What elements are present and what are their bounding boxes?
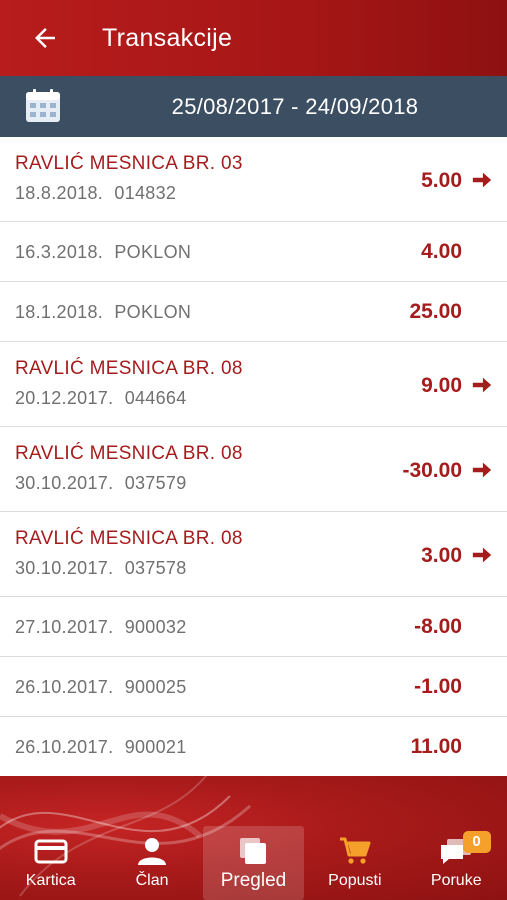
transaction-row[interactable]: RAVLIĆ MESNICA BR. 08 30.10.2017. 037579… xyxy=(0,427,507,512)
arrow-right-icon xyxy=(472,377,492,393)
transaction-meta: 26.10.2017. 900025 xyxy=(15,677,187,697)
page-title: Transakcije xyxy=(102,23,233,52)
tab-label: Poruke xyxy=(430,872,482,889)
transaction-row[interactable]: 26.10.2017. 900021 11.00 xyxy=(0,717,507,777)
transaction-meta: 18.8.2018. 014832 xyxy=(15,183,177,203)
transaction-meta: 26.10.2017. 900021 xyxy=(15,737,187,757)
transaction-merchant: RAVLIĆ MESNICA BR. 08 xyxy=(15,528,243,549)
overview-icon xyxy=(240,838,267,864)
transaction-amount: -1.00 xyxy=(414,675,462,698)
transaction-amount: 4.00 xyxy=(421,240,462,263)
transaction-amount: -8.00 xyxy=(414,615,462,638)
transaction-merchant: RAVLIĆ MESNICA BR. 08 xyxy=(15,443,243,464)
transaction-amount: -30.00 xyxy=(402,459,462,482)
transaction-meta: 18.1.2018. POKLON xyxy=(15,302,192,322)
transaction-merchant: RAVLIĆ MESNICA BR. 08 xyxy=(15,358,243,379)
transaction-meta: 16.3.2018. POKLON xyxy=(15,242,192,262)
transaction-amount: 5.00 xyxy=(421,169,462,192)
transaction-row[interactable]: 18.1.2018. POKLON 25.00 xyxy=(0,282,507,342)
back-button[interactable] xyxy=(0,0,92,76)
transaction-row[interactable]: 26.10.2017. 900025 -1.00 xyxy=(0,657,507,717)
transaction-row[interactable]: 27.10.2017. 900032 -8.00 xyxy=(0,597,507,657)
tab-label: Pregled xyxy=(220,870,287,891)
transaction-row[interactable]: RAVLIĆ MESNICA BR. 08 30.10.2017. 037578… xyxy=(0,512,507,597)
bottom-tab-bar: Kartica Član Pregled Popusti Poruke 0 xyxy=(0,826,507,900)
app-header: Transakcije xyxy=(0,0,507,76)
transaction-amount: 3.00 xyxy=(421,544,462,567)
calendar-icon[interactable] xyxy=(24,88,62,124)
tab-pregled[interactable]: Pregled xyxy=(202,826,305,900)
tab-label: Član xyxy=(135,872,169,889)
tab-label: Popusti xyxy=(328,872,382,889)
date-filter-bar: 25/08/2017 - 24/09/2018 xyxy=(0,76,507,137)
back-arrow-icon xyxy=(35,28,55,48)
transaction-meta: 27.10.2017. 900032 xyxy=(15,617,187,637)
arrow-right-icon xyxy=(472,172,492,188)
transaction-list: RAVLIĆ MESNICA BR. 03 18.8.2018. 014832 … xyxy=(0,137,507,777)
arrow-right-icon xyxy=(472,462,492,478)
tab-popusti[interactable]: Popusti xyxy=(304,826,405,900)
transaction-row[interactable]: 16.3.2018. POKLON 4.00 xyxy=(0,222,507,282)
notification-badge: 0 xyxy=(462,831,491,853)
transaction-amount: 25.00 xyxy=(409,300,462,323)
arrow-right-icon xyxy=(472,547,492,563)
tab-kartica[interactable]: Kartica xyxy=(0,826,101,900)
person-icon xyxy=(138,838,167,865)
tab-label: Kartica xyxy=(25,872,76,889)
tab-clan[interactable]: Član xyxy=(101,826,202,900)
transaction-meta: 20.12.2017. 044664 xyxy=(15,388,187,408)
cart-icon xyxy=(339,837,371,864)
transaction-amount: 9.00 xyxy=(421,374,462,397)
transaction-row[interactable]: RAVLIĆ MESNICA BR. 08 20.12.2017. 044664… xyxy=(0,342,507,427)
tab-poruke[interactable]: Poruke 0 xyxy=(406,826,507,900)
card-icon xyxy=(34,839,68,864)
date-range-label[interactable]: 25/08/2017 - 24/09/2018 xyxy=(140,94,450,120)
transaction-meta: 30.10.2017. 037579 xyxy=(15,473,187,493)
transaction-row[interactable]: RAVLIĆ MESNICA BR. 03 18.8.2018. 014832 … xyxy=(0,137,507,222)
transaction-merchant: RAVLIĆ MESNICA BR. 03 xyxy=(15,153,243,174)
transaction-meta: 30.10.2017. 037578 xyxy=(15,558,187,578)
transaction-amount: 11.00 xyxy=(410,735,462,758)
